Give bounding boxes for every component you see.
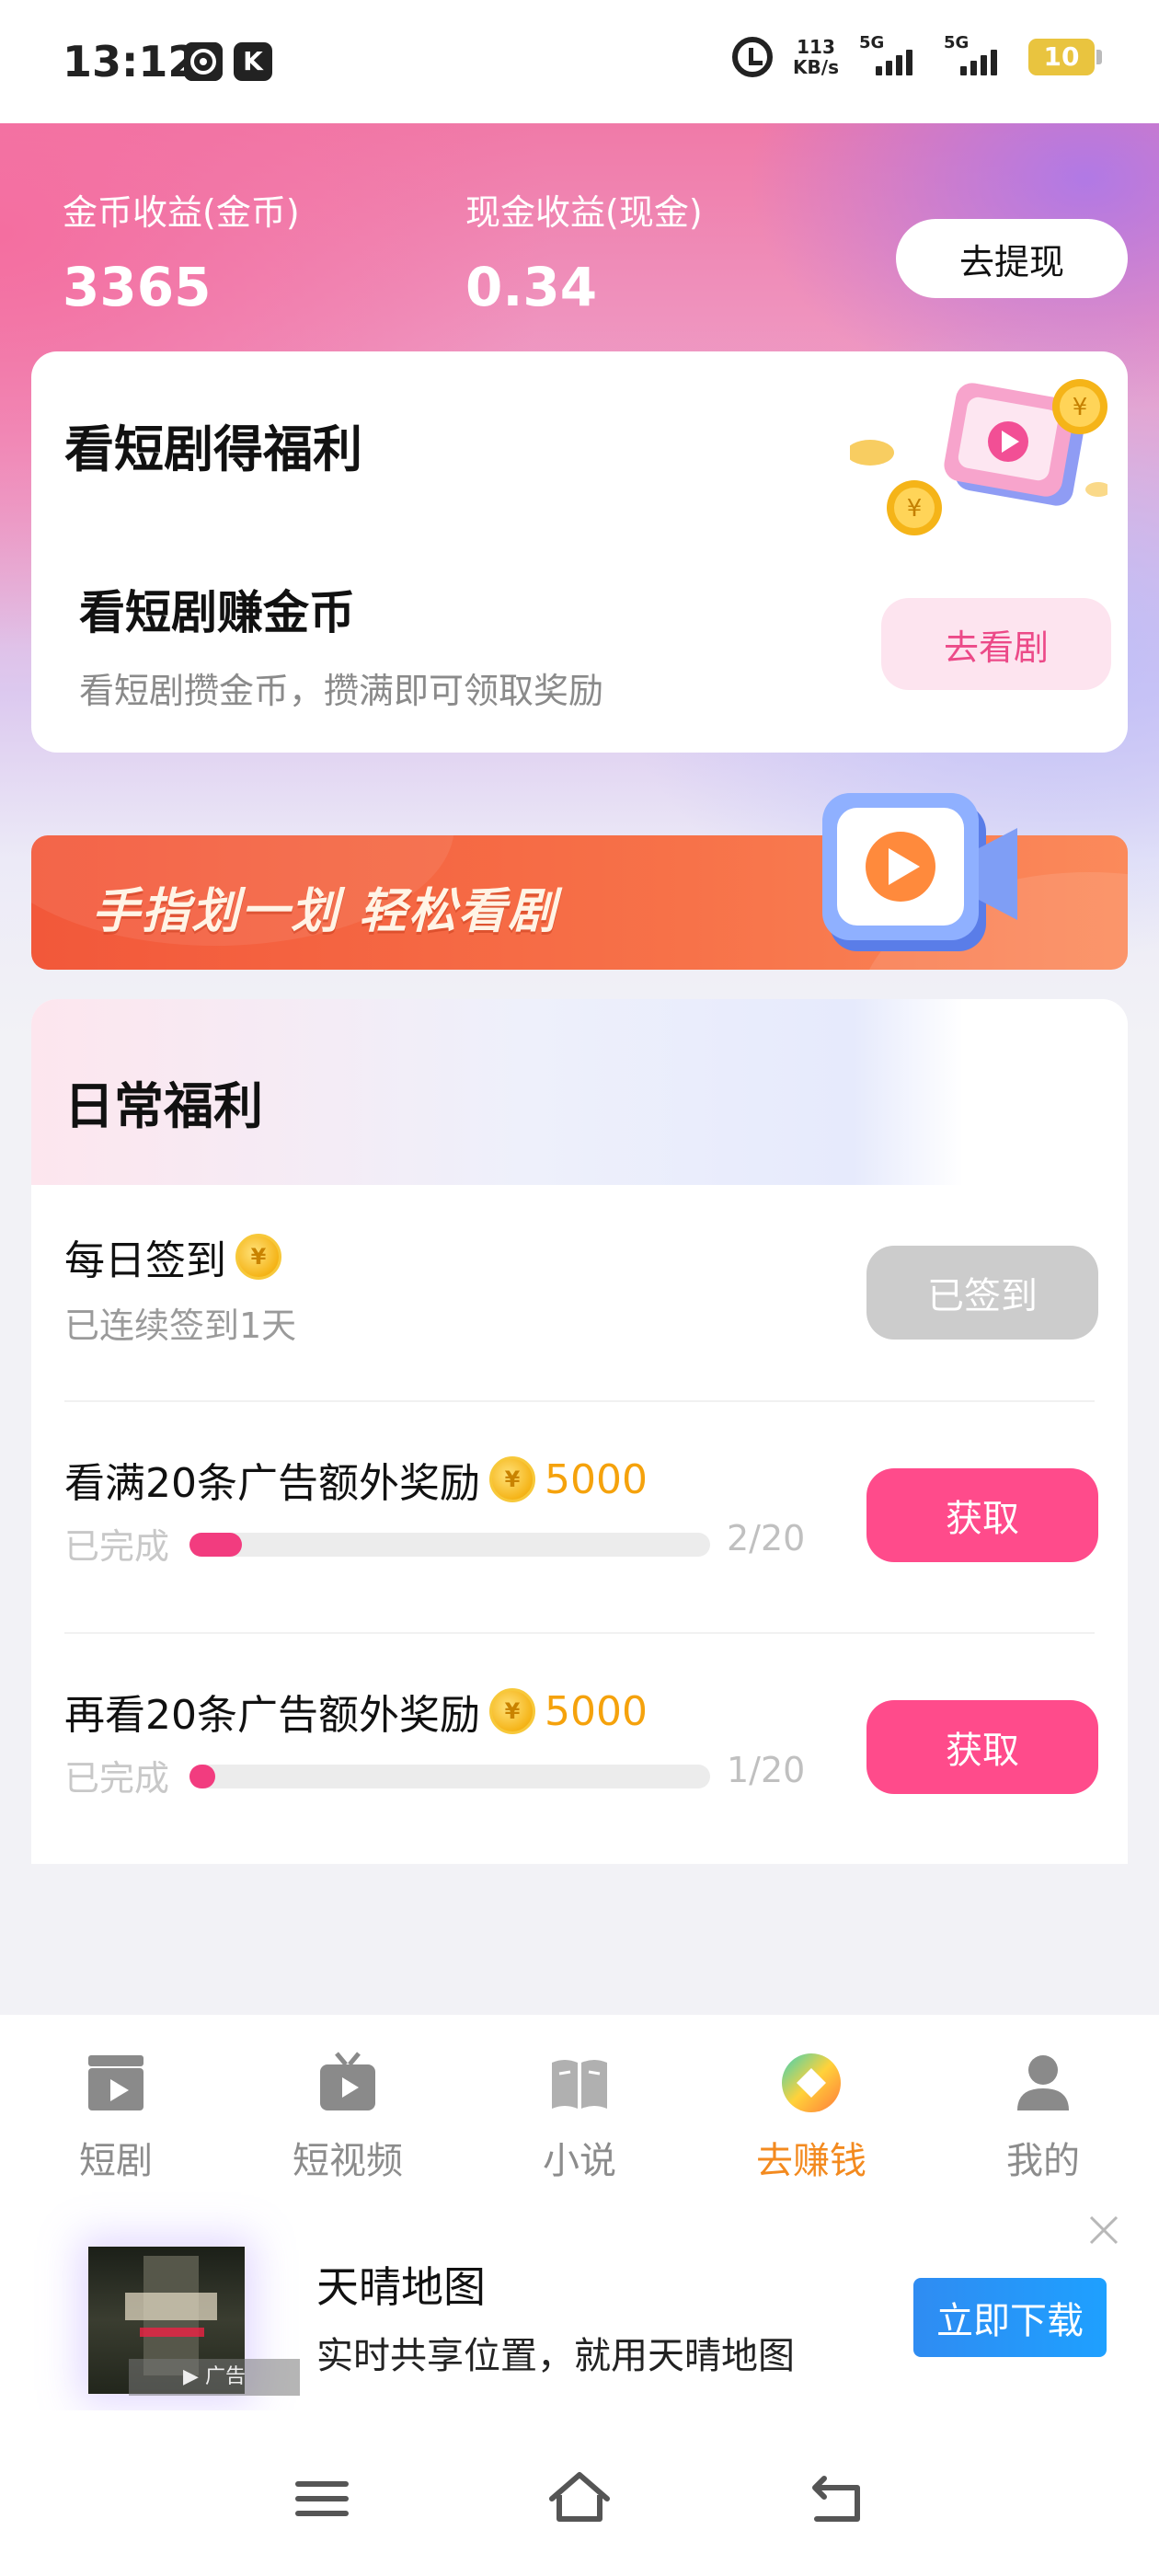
- reward-amount: 5000: [545, 1687, 648, 1735]
- nav-label: 我的: [1006, 2140, 1080, 2182]
- ad-download-button[interactable]: 立即下载: [913, 2278, 1107, 2357]
- drama-card-description: 看短剧攒金币，攒满即可领取奖励: [79, 671, 604, 711]
- daily-welfare-header: 日常福利: [31, 999, 1128, 1185]
- ad-title: 天晴地图: [316, 2262, 486, 2312]
- bottom-nav: 短剧 短视频 小说 去赚钱 我的: [0, 2015, 1159, 2199]
- drama-reward-card: 看短剧得福利 ¥ ¥ 看短剧赚金币 看短剧攒金币，攒满即可领取奖励 去看剧: [31, 351, 1128, 753]
- book-icon: [552, 2060, 607, 2109]
- progress-text: 2/20: [727, 1518, 806, 1558]
- divider: [64, 1400, 1095, 1402]
- nav-item-earn[interactable]: 去赚钱: [719, 2050, 903, 2184]
- ad-description: 实时共享位置，就用天晴地图: [316, 2335, 795, 2377]
- claim-button[interactable]: 获取: [866, 1468, 1098, 1562]
- ad-banner[interactable]: ▶ 广告 天晴地图 实时共享位置，就用天晴地图 立即下载: [0, 2199, 1159, 2410]
- signal-2-icon: 5G: [944, 33, 1008, 75]
- task-title: 再看20条广告额外奖励 ¥ 5000: [64, 1687, 648, 1740]
- coin-icon: ¥: [235, 1234, 281, 1280]
- close-icon[interactable]: [1084, 2210, 1124, 2250]
- coin-icon: ¥: [489, 1456, 535, 1502]
- nav-label: 短视频: [293, 2140, 403, 2182]
- progress-bar: [189, 1765, 710, 1788]
- home-icon[interactable]: [543, 2462, 616, 2536]
- alarm-icon: [732, 37, 774, 77]
- nav-item-mine[interactable]: 我的: [951, 2050, 1135, 2184]
- reward-amount: 5000: [545, 1455, 648, 1503]
- earn-diamond-icon: [782, 2053, 841, 2112]
- person-icon: [1017, 2055, 1069, 2110]
- claim-button[interactable]: 获取: [866, 1700, 1098, 1794]
- cash-earnings-label: 现金收益(现金): [465, 192, 703, 233]
- drama-card-title: 看短剧得福利: [64, 420, 362, 478]
- nav-item-novel[interactable]: 小说: [488, 2050, 671, 2184]
- svg-text:¥: ¥: [907, 495, 923, 523]
- progress-fill: [189, 1533, 242, 1557]
- checked-in-button[interactable]: 已签到: [866, 1246, 1098, 1340]
- network-speed: 113 KB/s: [793, 36, 839, 78]
- drama-card-subtitle: 看短剧赚金币: [79, 586, 355, 639]
- watch-drama-button[interactable]: 去看剧: [881, 598, 1111, 690]
- ad-tag: ▶ 广告: [129, 2359, 300, 2396]
- progress-label: 已完成: [64, 1758, 170, 1799]
- progress-label: 已完成: [64, 1526, 170, 1567]
- nav-item-drama[interactable]: 短剧: [24, 2050, 208, 2184]
- k-app-icon: K: [234, 42, 272, 81]
- coin-earnings-value: 3365: [63, 256, 212, 318]
- withdraw-button[interactable]: 去提现: [896, 219, 1128, 298]
- nav-label: 小说: [543, 2140, 616, 2182]
- notification-app-icon: [184, 42, 223, 81]
- nav-item-short-video[interactable]: 短视频: [256, 2050, 440, 2184]
- task-title: 每日签到 ¥: [64, 1227, 281, 1286]
- battery-icon: 10: [1028, 39, 1102, 75]
- system-nav-bar: [0, 2410, 1159, 2576]
- progress-bar: [189, 1533, 710, 1557]
- tv-play-icon: [320, 2052, 375, 2110]
- video-camera-icon: [822, 793, 1017, 951]
- daily-welfare-title: 日常福利: [64, 1077, 263, 1135]
- banner-text: 手指划一划 轻松看剧: [92, 884, 558, 939]
- status-indicators: 113 KB/s 5G 5G 10: [732, 33, 1102, 78]
- tv-coins-illustration: ¥ ¥: [850, 379, 1107, 535]
- checkin-streak-text: 已连续签到1天: [64, 1305, 297, 1346]
- nav-label: 去赚钱: [756, 2140, 866, 2182]
- status-bar: 13:12 K 113 KB/s 5G 5G 10: [0, 0, 1159, 123]
- nav-label: 短剧: [79, 2140, 153, 2182]
- daily-welfare-card: 日常福利 每日签到 ¥ 已连续签到1天 已签到 看满20条广告额外奖励 ¥ 50…: [31, 999, 1128, 1864]
- coin-earnings-label: 金币收益(金币): [63, 192, 300, 233]
- cash-earnings-value: 0.34: [465, 256, 598, 318]
- status-time: 13:12: [63, 37, 198, 86]
- menu-icon[interactable]: [285, 2462, 359, 2536]
- coin-icon: ¥: [489, 1688, 535, 1734]
- signal-1-icon: 5G: [859, 33, 924, 75]
- back-icon[interactable]: [800, 2462, 874, 2536]
- progress-text: 1/20: [727, 1750, 806, 1790]
- task-title: 看满20条广告额外奖励 ¥ 5000: [64, 1455, 648, 1508]
- svg-text:¥: ¥: [1073, 394, 1088, 421]
- progress-fill: [189, 1765, 216, 1788]
- clapperboard-icon: [88, 2055, 143, 2110]
- divider: [64, 1632, 1095, 1634]
